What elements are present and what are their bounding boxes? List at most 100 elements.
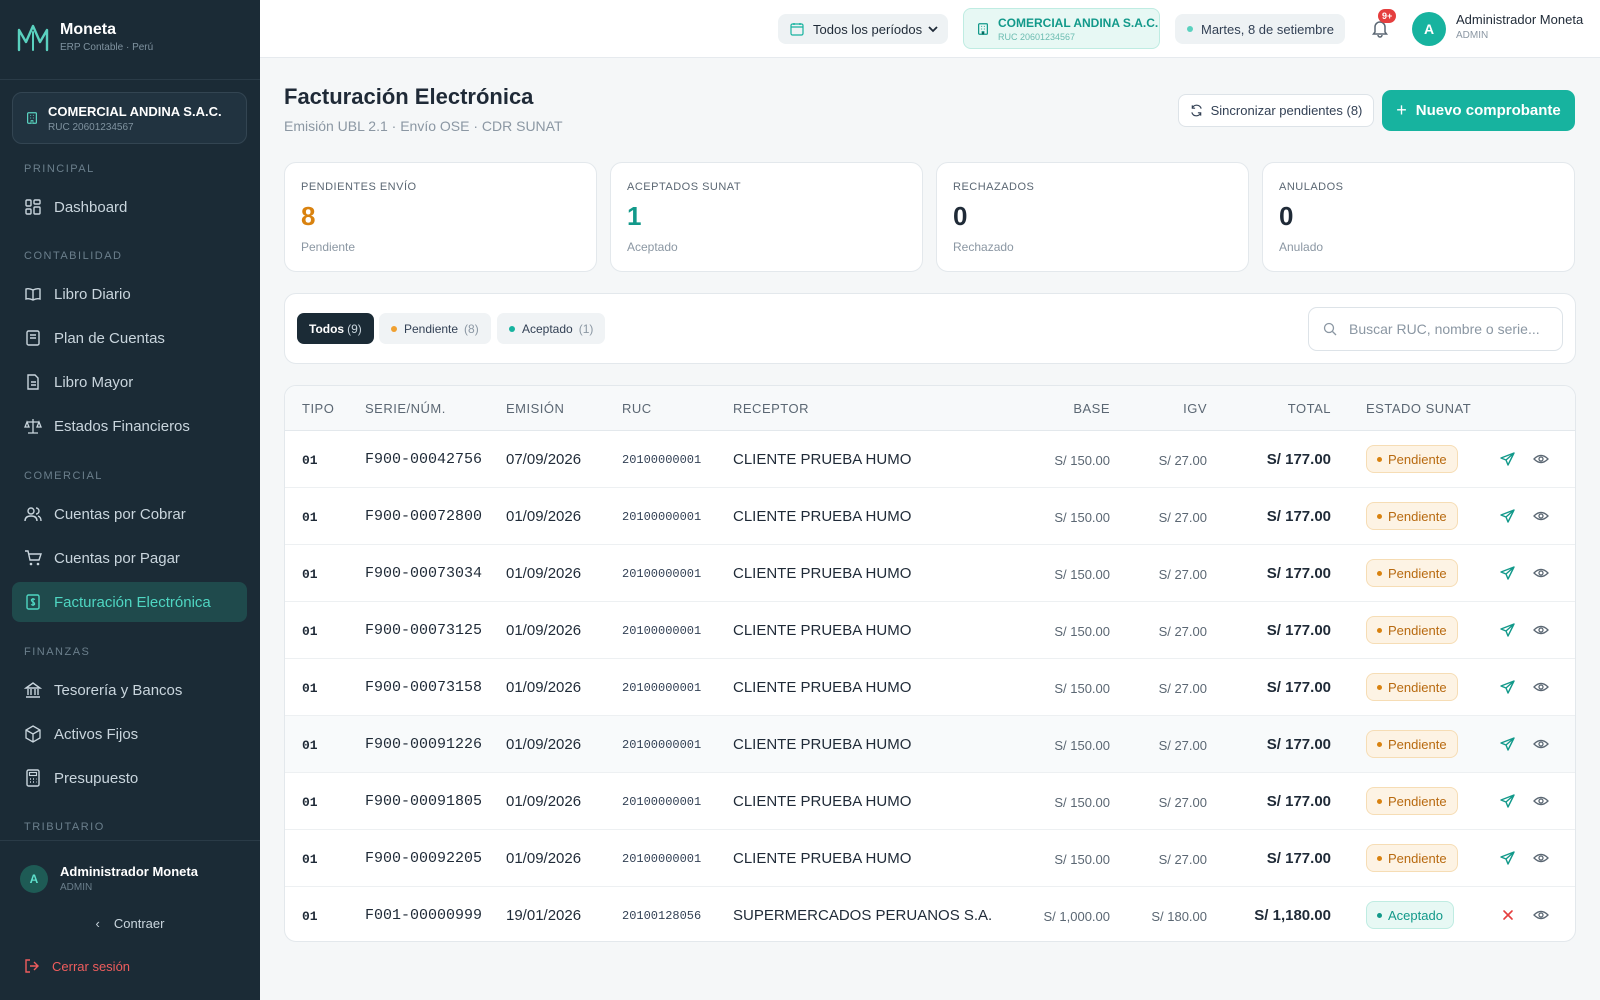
eye-icon[interactable] (1533, 907, 1549, 923)
search-input[interactable] (1349, 321, 1549, 337)
filter-chip-aceptado[interactable]: Aceptado (1) (497, 313, 606, 344)
sidebar-item-cuentas-cobrar[interactable]: Cuentas por Cobrar (12, 494, 247, 534)
logout-button[interactable]: Cerrar sesión (24, 958, 130, 974)
sidebar-item-label: Cuentas por Pagar (54, 549, 180, 567)
new-voucher-button[interactable]: + Nuevo comprobante (1382, 90, 1575, 131)
sidebar-item-plan-cuentas[interactable]: Plan de Cuentas (12, 318, 247, 358)
new-button-label: Nuevo comprobante (1415, 102, 1561, 119)
sidebar-item-cuentas-pagar[interactable]: Cuentas por Pagar (12, 538, 247, 578)
notification-badge: 9+ (1378, 9, 1397, 23)
status-badge: Pendiente (1366, 445, 1458, 473)
kpi-card-aceptados: ACEPTADOS SUNAT 1 Aceptado (610, 162, 923, 272)
sidebar-item-libro-diario[interactable]: Libro Diario (12, 274, 247, 314)
company-selector[interactable]: COMERCIAL ANDINA S.A.C. RUC 20601234567 (12, 92, 247, 144)
col-header-receptor[interactable]: RECEPTOR (733, 401, 809, 416)
send-icon[interactable] (1500, 679, 1516, 695)
cell-serie: F900-00091805 (365, 793, 483, 810)
cell-serie: F001-00000999 (365, 907, 483, 924)
cell-base: S/ 150.00 (1054, 624, 1110, 639)
table-row[interactable]: 01 F900-00091805 01/09/2026 20100000001 CLIE… (285, 773, 1575, 830)
send-icon[interactable] (1500, 508, 1516, 524)
table-row[interactable]: 01 F900-00042756 07/09/2026 20100000001 CLIE… (285, 431, 1575, 488)
logout-icon (25, 959, 39, 973)
sync-pending-button[interactable]: Sincronizar pendientes (8) (1178, 94, 1374, 127)
kpi-card-rechazados: RECHAZADOS 0 Rechazado (936, 162, 1249, 272)
cell-igv: S/ 27.00 (1158, 510, 1207, 525)
table-row[interactable]: 01 F900-00073158 01/09/2026 20100000001 CLIE… (285, 659, 1575, 716)
cell-igv: S/ 27.00 (1158, 681, 1207, 696)
send-icon[interactable] (1500, 793, 1516, 809)
company-badge[interactable]: COMERCIAL ANDINA S.A.C. RUC 20601234567 (963, 8, 1160, 49)
notebook-icon (26, 330, 40, 346)
col-header-emision[interactable]: EMISIÓN (506, 401, 564, 416)
bank-icon (24, 682, 42, 698)
topbar-user[interactable]: Administrador Moneta ADMIN (1456, 12, 1583, 41)
cell-igv: S/ 27.00 (1158, 453, 1207, 468)
eye-icon[interactable] (1533, 622, 1549, 638)
eye-icon[interactable] (1533, 736, 1549, 752)
send-icon[interactable] (1500, 565, 1516, 581)
table-row[interactable]: 01 F900-00073034 01/09/2026 20100000001 CLIE… (285, 545, 1575, 602)
cell-serie: F900-00072800 (365, 508, 483, 525)
col-header-ruc[interactable]: RUC (622, 401, 652, 416)
topbar-user-name: Administrador Moneta (1456, 12, 1584, 27)
send-icon[interactable] (1500, 622, 1516, 638)
status-label: Pendiente (1388, 679, 1447, 695)
sidebar-item-activos[interactable]: Activos Fijos (12, 714, 247, 754)
cell-ruc: 20100128056 (622, 909, 702, 923)
cell-ruc: 20100000001 (622, 453, 702, 467)
sidebar-user[interactable]: A Administrador Moneta ADMIN (20, 864, 198, 893)
sidebar-item-tesoreria[interactable]: Tesorería y Bancos (12, 670, 247, 710)
brand-name: Moneta (60, 21, 116, 38)
cell-emision: 01/09/2026 (506, 793, 582, 810)
eye-icon[interactable] (1533, 850, 1549, 866)
table-row[interactable]: 01 F900-00072800 01/09/2026 20100000001 CLIE… (285, 488, 1575, 545)
avatar[interactable]: A (1412, 12, 1446, 46)
table-row[interactable]: 01 F900-00073125 01/09/2026 20100000001 CLIE… (285, 602, 1575, 659)
brand[interactable]: Moneta ERP Contable · Perú (16, 20, 153, 54)
cell-total: S/ 177.00 (1266, 565, 1331, 582)
sidebar-item-dashboard[interactable]: Dashboard (12, 187, 247, 227)
cell-serie: F900-00042756 (365, 451, 483, 468)
sidebar-item-label: Libro Mayor (54, 373, 134, 391)
status-badge: Pendiente (1366, 673, 1458, 701)
cell-emision: 01/09/2026 (506, 622, 582, 639)
eye-icon[interactable] (1533, 451, 1549, 467)
col-header-tipo[interactable]: TIPO (302, 401, 334, 416)
col-header-total[interactable]: TOTAL (1231, 401, 1331, 416)
table-row[interactable]: 01 F001-00000999 19/01/2026 20100128056 SUPE… (285, 887, 1575, 941)
status-dot-icon (1377, 570, 1382, 576)
eye-icon[interactable] (1533, 508, 1549, 524)
col-header-estado[interactable]: ESTADO SUNAT (1366, 401, 1471, 416)
send-icon[interactable] (1500, 850, 1516, 866)
cell-emision: 01/09/2026 (506, 508, 582, 525)
sidebar-item-label: Tesorería y Bancos (54, 681, 183, 699)
table-row[interactable]: 01 F900-00091226 01/09/2026 20100000001 CLIE… (285, 716, 1575, 773)
close-icon[interactable] (1500, 907, 1516, 923)
sidebar-item-facturacion[interactable]: Facturación Electrónica (12, 582, 247, 622)
eye-icon[interactable] (1533, 679, 1549, 695)
sidebar-item-libro-mayor[interactable]: Libro Mayor (12, 362, 247, 402)
kpi-label: PENDIENTES ENVÍO (301, 181, 417, 193)
filter-chip-pendiente[interactable]: Pendiente (8) (379, 313, 491, 344)
status-dot-icon (1377, 684, 1382, 690)
col-header-base[interactable]: BASE (1010, 401, 1110, 416)
sync-button-label: Sincronizar pendientes (8) (1210, 103, 1363, 118)
collapse-button[interactable]: ‹ Contraer (0, 916, 260, 931)
send-icon[interactable] (1500, 736, 1516, 752)
moneta-logo-icon (17, 24, 49, 52)
search-box[interactable] (1308, 307, 1563, 351)
sidebar-item-presupuesto[interactable]: Presupuesto (12, 758, 247, 798)
eye-icon[interactable] (1533, 793, 1549, 809)
table-row[interactable]: 01 F900-00092205 01/09/2026 20100000001 CLIE… (285, 830, 1575, 887)
send-icon[interactable] (1500, 451, 1516, 467)
sidebar-item-estados-financieros[interactable]: Estados Financieros (12, 406, 247, 446)
col-header-igv[interactable]: IGV (1127, 401, 1207, 416)
col-header-serie[interactable]: SERIE/NÚM. (365, 401, 446, 416)
section-comercial: COMERCIAL (24, 470, 103, 482)
filter-chip-todos[interactable]: Todos (9) (297, 313, 374, 344)
kpi-label: ANULADOS (1279, 181, 1344, 193)
period-selector[interactable]: Todos los períodos (778, 14, 948, 44)
cell-receptor: SUPERMERCADOS PERUANOS S.A. (733, 907, 993, 924)
eye-icon[interactable] (1533, 565, 1549, 581)
